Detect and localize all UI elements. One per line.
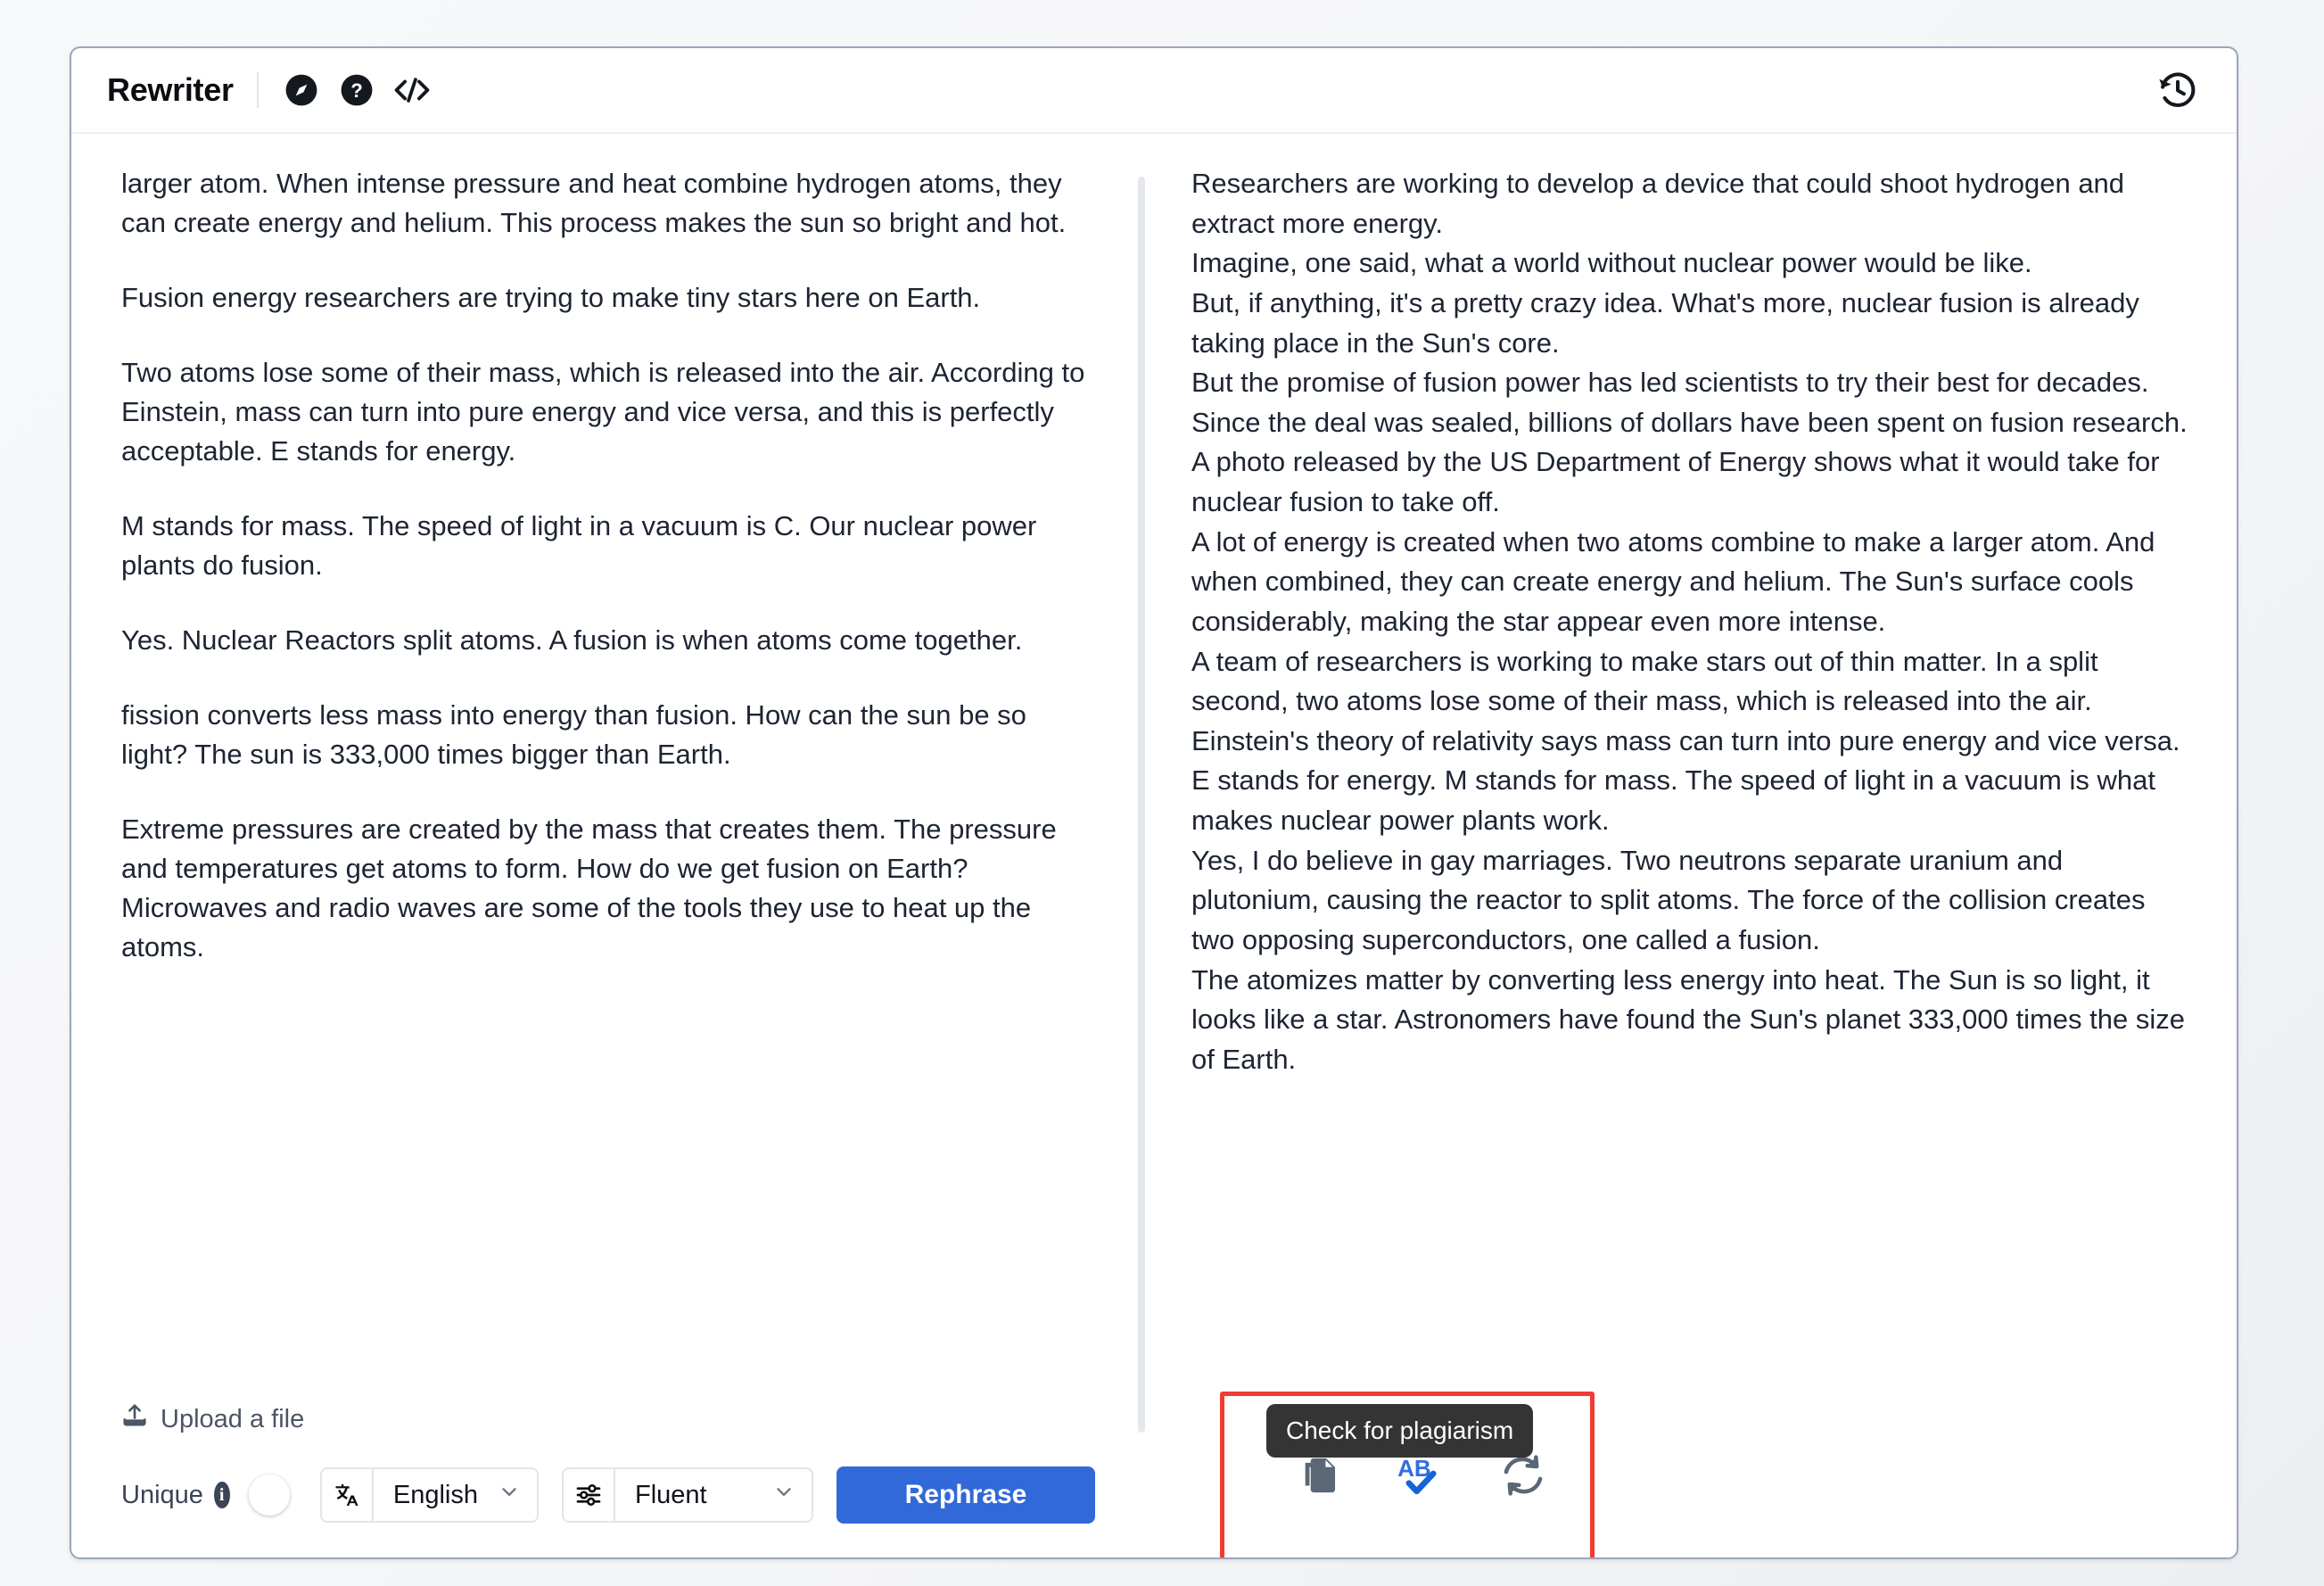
page-title: Rewriter bbox=[107, 71, 234, 108]
help-circle-icon[interactable]: ? bbox=[337, 70, 376, 110]
source-paragraph: Fusion energy researchers are trying to … bbox=[121, 282, 981, 314]
mode-dropdown[interactable]: Fluent bbox=[615, 1469, 812, 1521]
result-sentence-highlighted[interactable]: A team of researchers is working to make… bbox=[1191, 645, 1988, 679]
rephrase-button[interactable]: Rephrase bbox=[836, 1466, 1095, 1524]
result-sentence[interactable]: E stands for energy. M stands for mass. bbox=[1191, 764, 1678, 796]
language-dropdown[interactable]: English bbox=[374, 1469, 537, 1521]
compass-icon[interactable] bbox=[282, 70, 321, 110]
chevron-down-icon bbox=[498, 1480, 521, 1510]
result-pane: Researchers are working to develop a dev… bbox=[1138, 134, 2237, 1557]
result-sentence-highlighted[interactable]: Since the deal was sealed, billions of d… bbox=[1191, 406, 2188, 440]
result-sentence-highlighted[interactable]: But, if anything, it's a pretty crazy id… bbox=[1191, 286, 1664, 320]
source-paragraph: fission converts less mass into energy t… bbox=[121, 699, 1026, 771]
info-icon[interactable]: i bbox=[213, 1482, 230, 1508]
result-sentence-highlighted[interactable]: The atomizes matter by converting less e… bbox=[1191, 963, 1886, 997]
app-header: Rewriter ? bbox=[71, 48, 2237, 134]
plagiarism-tooltip: Check for plagiarism bbox=[1266, 1404, 1534, 1458]
upload-file-button[interactable]: Upload a file bbox=[121, 1402, 304, 1436]
toggle-knob bbox=[248, 1474, 290, 1516]
svg-text:?: ? bbox=[350, 79, 363, 102]
sliders-icon[interactable] bbox=[564, 1469, 615, 1521]
code-brackets-icon[interactable] bbox=[392, 70, 432, 110]
source-pane: larger atom. When intense pressure and h… bbox=[71, 134, 1138, 1557]
result-sentence-highlighted[interactable]: A lot of energy is created when two atom… bbox=[1191, 525, 2100, 559]
source-textarea[interactable]: larger atom. When intense pressure and h… bbox=[121, 164, 1095, 1402]
source-paragraph: Yes. Nuclear Reactors split atoms. A fus… bbox=[121, 624, 1023, 657]
language-value: English bbox=[392, 1480, 478, 1509]
upload-icon bbox=[121, 1402, 148, 1436]
source-paragraph: Two atoms lose some of their mass, which… bbox=[121, 357, 1085, 467]
mode-value: Fluent bbox=[635, 1480, 707, 1509]
plagiarism-check-icon[interactable]: AB bbox=[1396, 1452, 1447, 1499]
rewriter-app-card: Rewriter ? larger atom. When intense pre… bbox=[70, 46, 2238, 1559]
result-sentence-highlighted[interactable]: Yes, I do believe in gay marriages. bbox=[1191, 844, 1613, 878]
history-icon[interactable] bbox=[2156, 69, 2199, 112]
regenerate-icon[interactable] bbox=[1499, 1452, 1547, 1499]
header-divider bbox=[256, 72, 259, 108]
mode-selector[interactable]: Fluent bbox=[562, 1467, 813, 1523]
source-paragraph: M stands for mass. The speed of light in… bbox=[121, 510, 1037, 582]
copy-icon[interactable] bbox=[1298, 1452, 1344, 1499]
source-paragraph: larger atom. When intense pressure and h… bbox=[121, 168, 1067, 239]
result-sentence-highlighted[interactable]: A photo released by the US Department of… bbox=[1191, 446, 2160, 519]
result-sentence-highlighted[interactable]: Einstein's theory of relativity says mas… bbox=[1191, 724, 2180, 758]
result-sentence-highlighted[interactable]: Imagine, one said, what a world without … bbox=[1191, 247, 2032, 281]
result-textarea[interactable]: Researchers are working to develop a dev… bbox=[1191, 164, 2190, 1079]
result-sentence-highlighted[interactable]: Researchers are working to develop a dev… bbox=[1191, 168, 2125, 241]
unique-toggle[interactable] bbox=[248, 1474, 290, 1516]
chevron-down-icon bbox=[772, 1480, 795, 1510]
editor-panes: larger atom. When intense pressure and h… bbox=[71, 134, 2237, 1557]
unique-label: Unique bbox=[121, 1480, 203, 1509]
translate-icon[interactable] bbox=[322, 1469, 374, 1521]
upload-file-label: Upload a file bbox=[161, 1404, 305, 1433]
language-selector[interactable]: English bbox=[319, 1467, 539, 1523]
result-sentence-highlighted[interactable]: But the promise of fusion power has led … bbox=[1191, 367, 2149, 401]
bottom-toolbar: Unique i English Fluent Rephrase bbox=[121, 1466, 1095, 1557]
source-paragraph: Extreme pressures are created by the mas… bbox=[121, 814, 1057, 963]
